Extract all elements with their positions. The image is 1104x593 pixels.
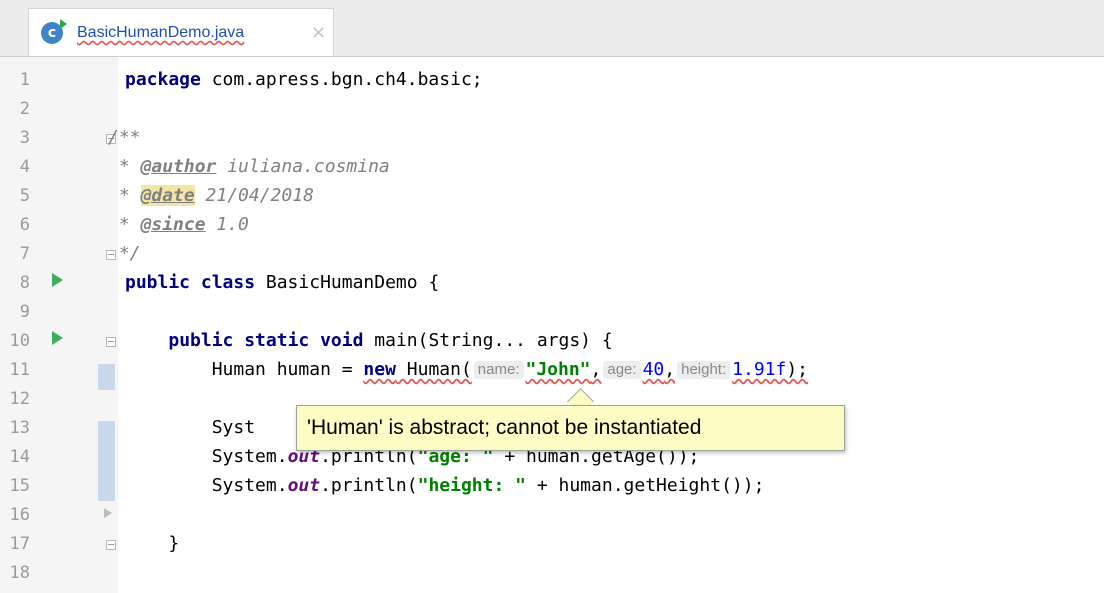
line-number: 8 [19, 273, 30, 293]
comment: * [108, 185, 141, 206]
editor-tab-bar: c BasicHumanDemo.java × [0, 0, 1104, 57]
line-number: 16 [9, 505, 30, 525]
keyword: package [125, 69, 201, 90]
run-main-icon[interactable] [52, 331, 63, 345]
code-text: } [168, 533, 180, 554]
code-text: ); [786, 359, 809, 380]
keyword: public class [125, 272, 256, 293]
code-text: main(String... args) { [363, 330, 613, 351]
number-literal: 1.91f [732, 359, 787, 380]
code-line-5: * @date 21/04/2018 [108, 184, 314, 208]
code-line-8: public class BasicHumanDemo { [125, 271, 439, 295]
line-number: 15 [9, 476, 30, 496]
comment: iuliana.cosmina [216, 156, 390, 177]
fold-collapse-icon[interactable] [106, 540, 116, 550]
fold-marker-icon [104, 508, 112, 518]
keyword-error: new [363, 359, 396, 380]
code-text: , [664, 359, 676, 380]
line-number: 13 [9, 418, 30, 438]
code-text: Human( [395, 359, 472, 380]
line-number: 10 [9, 331, 30, 351]
static-field: out [287, 475, 321, 496]
number-literal: 40 [642, 359, 665, 380]
vcs-change-marker[interactable] [98, 421, 115, 501]
code-line-10: public static void main(String... args) … [125, 329, 613, 353]
line-number: 7 [19, 244, 30, 264]
code-text: + human.getHeight()); [526, 475, 765, 496]
line-number: 4 [19, 157, 30, 177]
param-hint-name: name: [473, 361, 524, 379]
line-number: 3 [19, 128, 30, 148]
line-number: 5 [19, 186, 30, 206]
code-line-11: Human human = new Human(name: "John", age:… [125, 358, 808, 382]
editor-tab-basichumandemo[interactable]: c BasicHumanDemo.java × [28, 8, 334, 56]
run-class-icon[interactable] [52, 273, 63, 287]
param-hint-height: height: [677, 361, 731, 379]
javadoc-tag: @author [140, 156, 217, 177]
code-line-4: * @author iuliana.cosmina [108, 155, 390, 179]
javadoc-tag: @date [140, 185, 195, 206]
fold-collapse-icon[interactable] [106, 337, 116, 347]
string-literal: "John" [525, 359, 591, 380]
code-text: BasicHumanDemo { [255, 272, 440, 293]
string-literal: "height: " [417, 475, 526, 496]
code-text: , [590, 359, 602, 380]
code-editor[interactable]: package com.apress.bgn.ch4.basic; /** * … [108, 57, 1104, 593]
close-tab-icon[interactable]: × [311, 22, 326, 43]
line-number: 11 [9, 360, 30, 380]
code-text: Human human = [211, 359, 364, 380]
line-number: 12 [9, 389, 30, 409]
code-text: com.apress.bgn.ch4.basic; [200, 69, 483, 90]
line-number: 2 [19, 99, 30, 119]
javadoc-tag: @since [140, 214, 206, 235]
editor-gutter: 1 2 3 4 5 6 7 8 9 10 11 12 13 14 15 16 1… [0, 57, 119, 593]
line-number: 17 [9, 534, 30, 554]
code-line-7: */ [108, 242, 141, 266]
vcs-change-marker[interactable] [98, 364, 115, 390]
line-number: 14 [9, 447, 30, 467]
code-text: Syst [211, 417, 256, 438]
error-tooltip: 'Human' is abstract; cannot be instantia… [296, 405, 845, 451]
code-line-3: /** [108, 126, 141, 150]
param-hint-age: age: [603, 361, 641, 379]
code-line-6: * @since 1.0 [108, 213, 249, 237]
code-line-1: package com.apress.bgn.ch4.basic; [125, 68, 483, 92]
comment: * [108, 214, 141, 235]
code-line-15: System.out.println("height: " + human.ge… [125, 474, 765, 498]
comment: * [108, 156, 141, 177]
comment: /** [108, 127, 141, 148]
comment: 1.0 [205, 214, 249, 235]
runnable-badge-icon [60, 19, 67, 29]
code-text: System. [211, 475, 288, 496]
line-number: 18 [9, 563, 30, 583]
code-text: System. [211, 446, 288, 467]
line-number: 1 [19, 70, 30, 90]
comment: 21/04/2018 [194, 185, 314, 206]
line-number: 9 [19, 302, 30, 322]
comment: */ [108, 243, 141, 264]
code-text: .println( [320, 475, 418, 496]
code-error-text: Human(name: "John", age: 40, height: 1.91f); [396, 359, 808, 380]
tab-title: BasicHumanDemo.java [77, 24, 245, 41]
line-number: 6 [19, 215, 30, 235]
code-line-17: } [125, 532, 179, 556]
keyword: public static void [168, 330, 364, 351]
